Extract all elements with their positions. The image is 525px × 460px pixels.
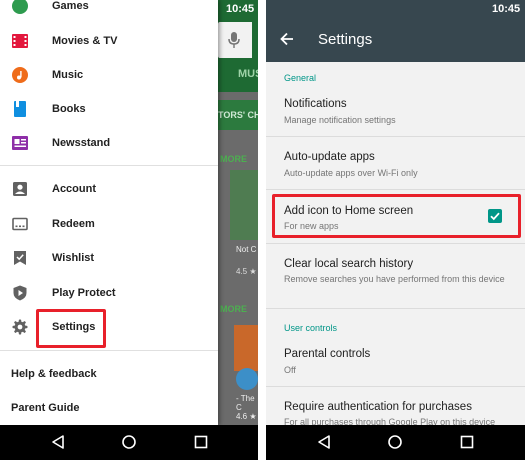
- settings-divider: [266, 386, 525, 387]
- drawer-item-movies-tv[interactable]: Movies & TV: [0, 24, 218, 58]
- right-phone-screen: 10:45 Settings General Notifications Man…: [266, 0, 525, 460]
- background-more-link[interactable]: MORE: [220, 304, 247, 314]
- back-nav-icon[interactable]: [316, 434, 332, 450]
- settings-highlight-box: [36, 309, 106, 348]
- gear-icon: [12, 319, 28, 335]
- section-header-general: General: [284, 73, 317, 83]
- background-card-rating: 4.5 ★: [236, 267, 257, 276]
- background-card-title-line: - The: [236, 394, 255, 403]
- home-nav-icon[interactable]: [121, 434, 137, 450]
- home-nav-icon[interactable]: [387, 434, 403, 450]
- drawer-item-label: Newsstand: [52, 137, 111, 149]
- setting-title: Notifications: [284, 98, 347, 110]
- background-app-card[interactable]: [230, 170, 258, 240]
- navigation-drawer: Games Movies & TV Music Books Newsstand …: [0, 0, 218, 425]
- settings-divider: [266, 243, 525, 244]
- drawer-item-settings[interactable]: Settings: [0, 310, 218, 344]
- movies-tv-icon: [12, 34, 28, 48]
- music-icon: [12, 67, 28, 83]
- drawer-parent-guide[interactable]: Parent Guide: [11, 402, 79, 414]
- background-app-card[interactable]: [234, 325, 258, 371]
- background-card-title: - The C 4.6 ★: [236, 394, 257, 421]
- drawer-item-newsstand[interactable]: Newsstand: [0, 126, 218, 160]
- drawer-item-account[interactable]: Account: [0, 172, 218, 206]
- newsstand-icon: [12, 136, 28, 150]
- status-time: 10:45: [492, 3, 521, 15]
- recents-nav-icon[interactable]: [459, 434, 475, 450]
- books-icon: [14, 101, 26, 117]
- drawer-item-label: Music: [52, 69, 84, 81]
- drawer-help-feedback[interactable]: Help & feedback: [11, 368, 97, 380]
- drawer-item-wishlist[interactable]: Wishlist: [0, 241, 218, 275]
- background-more-link[interactable]: MORE: [220, 154, 247, 164]
- section-header-user-controls: User controls: [284, 323, 338, 333]
- setting-title: Parental controls: [284, 348, 371, 360]
- background-app-icon[interactable]: [236, 368, 258, 390]
- drawer-item-label: Account: [52, 183, 96, 195]
- settings-divider: [266, 308, 525, 309]
- drawer-item-label: Movies & TV: [52, 35, 118, 47]
- background-tab-music[interactable]: MUS: [238, 68, 258, 80]
- background-card-title-line: C: [236, 403, 242, 412]
- page-title: Settings: [318, 31, 373, 48]
- setting-subtitle: Auto-update apps over Wi-Fi only: [284, 168, 418, 178]
- back-nav-icon[interactable]: [50, 434, 66, 450]
- drawer-divider: [0, 350, 218, 351]
- recents-nav-icon[interactable]: [193, 434, 209, 450]
- drawer-item-music[interactable]: Music: [0, 58, 218, 92]
- drawer-item-label: Play Protect: [52, 287, 116, 299]
- system-nav-bar: [266, 425, 525, 460]
- settings-divider: [266, 189, 525, 190]
- background-editors-strip: TORS' CH: [218, 100, 258, 130]
- setting-title: Require authentication for purchases: [284, 401, 472, 413]
- games-icon: [12, 0, 28, 14]
- drawer-item-label: Games: [52, 0, 89, 12]
- shield-icon: [13, 285, 27, 301]
- back-arrow-icon[interactable]: [280, 32, 294, 46]
- drawer-item-label: Books: [52, 103, 86, 115]
- background-card-rating: 4.6 ★: [236, 412, 257, 421]
- setting-subtitle: Manage notification settings: [284, 115, 396, 125]
- settings-app-bar: [266, 0, 525, 62]
- drawer-item-books[interactable]: Books: [0, 92, 218, 126]
- background-card-title: Not C: [236, 245, 257, 254]
- setting-title: Clear local search history: [284, 258, 414, 270]
- system-nav-bar: [0, 425, 258, 460]
- setting-subtitle: Remove searches you have performed from …: [284, 274, 505, 284]
- left-phone-screen: MUS TORS' CH MORE Not C 4.5 ★ MORE - The…: [0, 0, 258, 460]
- drawer-item-play-protect[interactable]: Play Protect: [0, 276, 218, 310]
- drawer-divider: [0, 165, 218, 166]
- drawer-item-redeem[interactable]: Redeem: [0, 207, 218, 241]
- settings-divider: [266, 136, 525, 137]
- mic-icon[interactable]: [228, 32, 240, 48]
- setting-title: Auto-update apps: [284, 151, 375, 163]
- redeem-icon: [12, 217, 28, 231]
- account-icon: [13, 182, 27, 196]
- add-icon-highlight-box: [272, 194, 521, 238]
- drawer-item-label: Redeem: [52, 218, 95, 230]
- status-time: 10:45: [226, 3, 255, 15]
- wishlist-icon: [14, 251, 26, 265]
- drawer-item-label: Wishlist: [52, 252, 95, 264]
- drawer-item-games[interactable]: Games: [0, 0, 218, 24]
- setting-subtitle: Off: [284, 365, 296, 375]
